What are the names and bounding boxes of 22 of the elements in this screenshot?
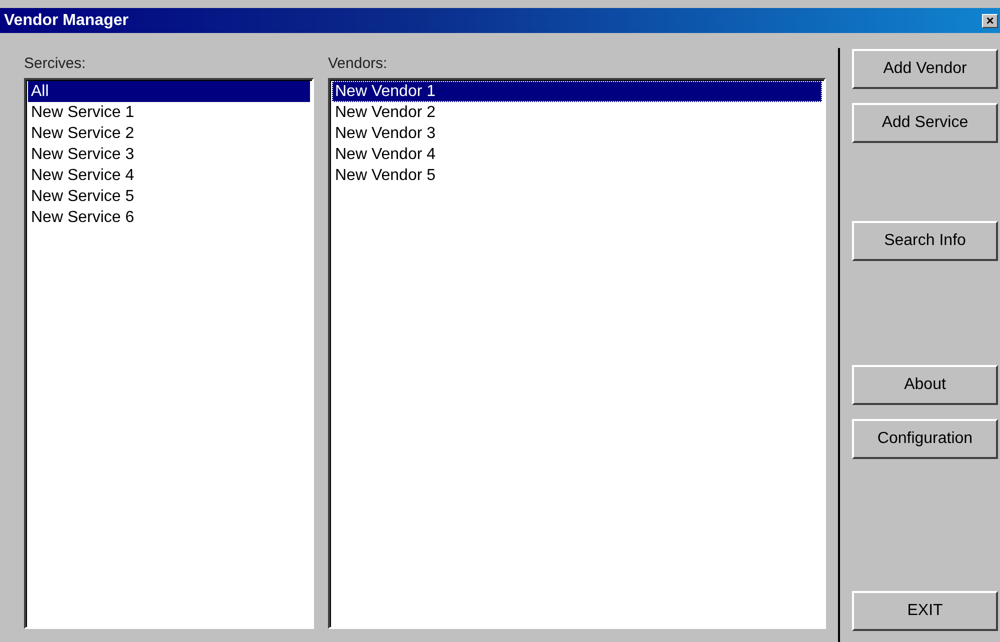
action-button[interactable]: Add Vendor (852, 49, 998, 89)
list-item[interactable]: New Vendor 2 (332, 102, 822, 123)
window-title: Vendor Manager (4, 12, 128, 30)
list-label: Vendors: (328, 54, 388, 74)
action-button[interactable]: EXIT (852, 591, 998, 631)
list-item[interactable]: New Vendor 4 (332, 144, 822, 165)
action-button[interactable]: About (852, 365, 998, 405)
list-item[interactable]: New Service 5 (28, 186, 310, 207)
list-item[interactable]: New Service 2 (28, 123, 310, 144)
action-button[interactable]: Add Service (852, 103, 998, 143)
list-item[interactable]: New Vendor 1 (332, 81, 822, 102)
list-item[interactable]: New Vendor 5 (332, 165, 822, 186)
list-label: Sercives: (24, 54, 87, 74)
list-item[interactable]: New Service 6 (28, 207, 310, 228)
close-button[interactable]: × (982, 14, 998, 28)
list-item[interactable]: New Service 1 (28, 102, 310, 123)
list-item[interactable]: All (28, 81, 310, 102)
list-item[interactable]: New Service 3 (28, 144, 310, 165)
action-button[interactable]: Search Info (852, 221, 998, 261)
list-item[interactable]: New Vendor 3 (332, 123, 822, 144)
action-button[interactable]: Configuration (852, 419, 998, 459)
list-item[interactable]: New Service 4 (28, 165, 310, 186)
